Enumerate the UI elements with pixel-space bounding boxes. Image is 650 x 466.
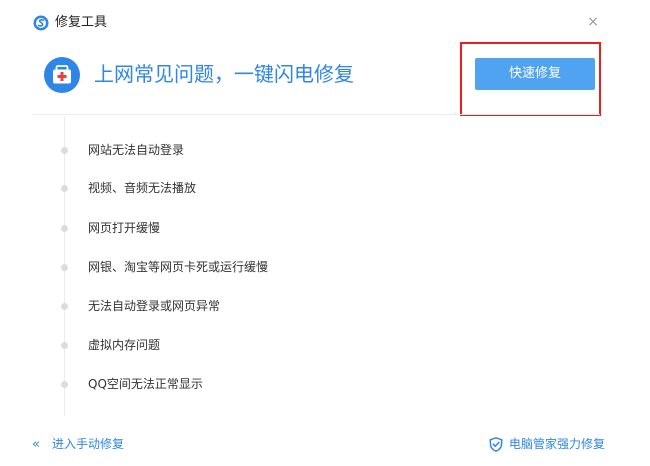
bullet-dot-icon bbox=[61, 185, 68, 192]
issue-item: 网站无法自动登录 bbox=[0, 140, 400, 160]
manual-repair-link[interactable]: « 进入手动修复 bbox=[32, 434, 124, 454]
headline: 上网常见问题，一键闪电修复 bbox=[94, 62, 354, 86]
issue-label: 网站无法自动登录 bbox=[88, 143, 185, 157]
manual-repair-label: 进入手动修复 bbox=[52, 437, 125, 451]
highlight-annotation-box bbox=[460, 42, 601, 116]
bullet-dot-icon bbox=[61, 381, 68, 388]
issue-item: 网银、淘宝等网页卡死或运行缓慢 bbox=[0, 257, 400, 277]
guard-repair-link[interactable]: 电脑管家强力修复 bbox=[489, 434, 605, 454]
bullet-dot-icon bbox=[61, 225, 68, 232]
issue-label: 网银、淘宝等网页卡死或运行缓慢 bbox=[88, 260, 269, 274]
issue-item: 虚拟内存问题 bbox=[0, 335, 400, 355]
first-aid-kit-icon bbox=[44, 57, 80, 93]
divider bbox=[33, 114, 600, 115]
bullet-dot-icon bbox=[61, 342, 68, 349]
issue-item: 无法自动登录或网页异常 bbox=[0, 296, 400, 316]
issue-item: 网页打开缓慢 bbox=[0, 218, 400, 238]
title-bar: 修复工具 × bbox=[0, 0, 650, 40]
window-title: 修复工具 bbox=[55, 15, 108, 30]
issue-item: 视频、音频无法播放 bbox=[0, 178, 400, 198]
issue-item: QQ空间无法正常显示 bbox=[0, 374, 400, 394]
bullet-dot-icon bbox=[61, 264, 68, 271]
bullet-dot-icon bbox=[61, 303, 68, 310]
guard-repair-label: 电脑管家强力修复 bbox=[508, 437, 605, 451]
close-icon[interactable]: × bbox=[586, 15, 600, 29]
issue-label: 网页打开缓慢 bbox=[88, 221, 161, 235]
issue-label: 视频、音频无法播放 bbox=[88, 181, 197, 195]
bullet-dot-icon bbox=[61, 147, 68, 154]
shield-icon bbox=[489, 437, 503, 452]
issue-label: QQ空间无法正常显示 bbox=[88, 377, 203, 391]
double-chevron-left-icon: « bbox=[32, 437, 40, 452]
issue-label: 无法自动登录或网页异常 bbox=[88, 299, 221, 313]
sogou-browser-logo-icon bbox=[33, 15, 49, 31]
issue-label: 虚拟内存问题 bbox=[88, 338, 161, 352]
